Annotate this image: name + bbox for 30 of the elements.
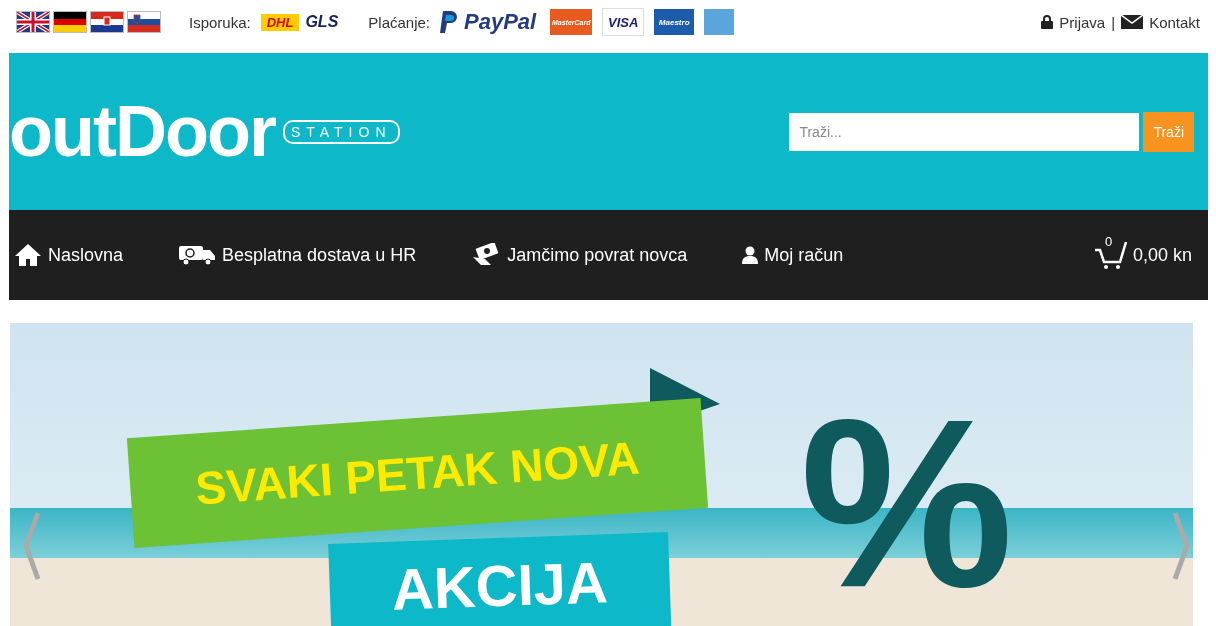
delivery-label: Isporuka: — [189, 13, 251, 31]
visa-logo: VISA — [602, 8, 645, 36]
lock-icon — [1041, 15, 1054, 29]
gls-logo: GLS — [305, 13, 339, 31]
house-icon — [14, 243, 42, 267]
german-flag-icon[interactable] — [53, 11, 87, 33]
login-link[interactable]: Prijava — [1059, 13, 1106, 31]
station-logo-text: STATION — [282, 119, 400, 144]
slovenian-flag-icon[interactable] — [127, 11, 161, 33]
paypal-p-icon — [440, 11, 459, 33]
nav-item[interactable]: Jamčimo povrat novca — [471, 243, 688, 267]
cart-count: 0 — [1104, 234, 1114, 249]
dhl-logo: DHL — [260, 13, 300, 31]
uk-flag-icon[interactable] — [16, 11, 50, 33]
separator: | — [1111, 13, 1116, 31]
nav-item[interactable]: Naslovna — [14, 243, 124, 267]
nav-item[interactable]: Moj račun — [742, 244, 844, 266]
amex-logo — [704, 9, 735, 35]
promo-subheadline: AKCIJA — [328, 532, 672, 626]
user-icon — [742, 246, 759, 264]
cart-total[interactable]: 0,00 kn — [1132, 244, 1192, 266]
truck-icon — [178, 244, 217, 266]
contact-link[interactable]: Kontakt — [1149, 13, 1200, 31]
envelope-icon — [1121, 15, 1144, 29]
payment-label: Plaćanje: — [368, 13, 431, 31]
search-field[interactable]: Traži... — [789, 112, 1140, 151]
croatian-flag-icon[interactable] — [90, 11, 124, 33]
paypal-logo: PayPal — [464, 9, 537, 35]
nav-item[interactable]: Besplatna dostava u HR — [178, 244, 417, 266]
maestro-logo: Maestro — [654, 9, 695, 35]
